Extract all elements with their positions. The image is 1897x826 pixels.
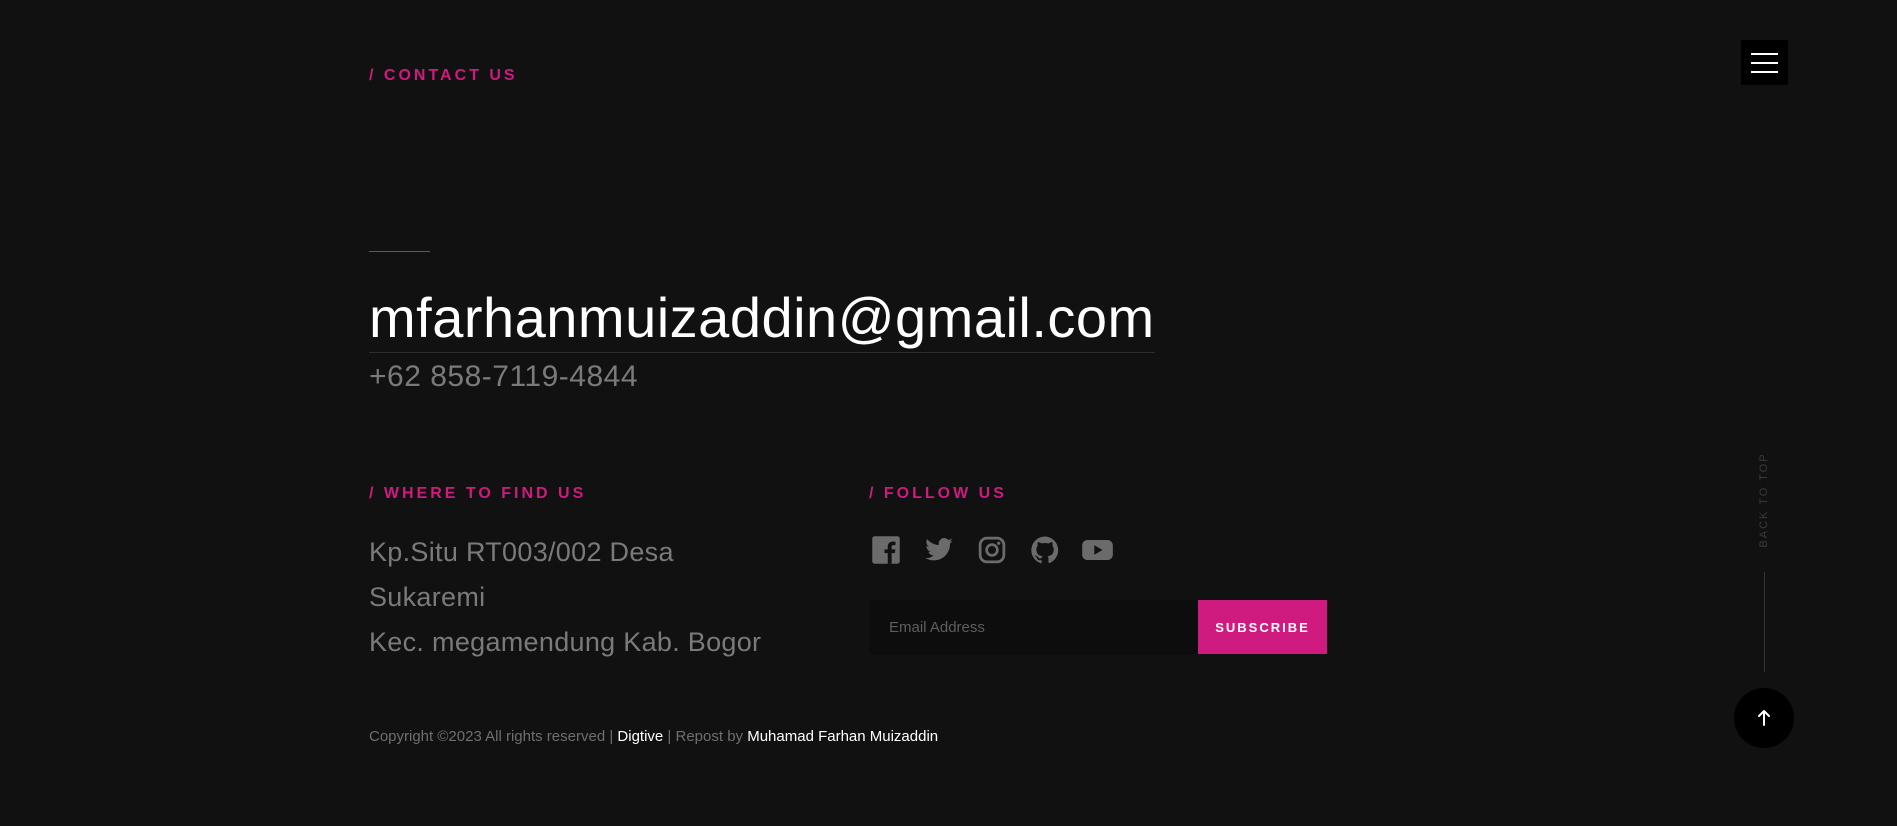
contact-phone: +62 858-7119-4844 bbox=[369, 360, 639, 393]
facebook-icon[interactable] bbox=[869, 533, 902, 566]
twitter-icon[interactable] bbox=[922, 533, 955, 566]
address-line: Kp.Situ RT003/002 Desa bbox=[369, 537, 674, 567]
address-line: Kec. megamendung Kab. Bogor bbox=[369, 627, 762, 657]
youtube-icon[interactable] bbox=[1081, 533, 1114, 566]
copyright-prefix: Copyright ©2023 All rights reserved | bbox=[369, 728, 618, 745]
contact-email-link[interactable]: mfarhanmuizaddin@gmail.com bbox=[369, 286, 1155, 354]
brand-link[interactable]: Digtive bbox=[617, 728, 663, 745]
address: Kp.Situ RT003/002 Desa Sukaremi Kec. meg… bbox=[369, 530, 761, 665]
contact-us-label: / CONTACT US bbox=[369, 67, 518, 84]
arrow-up-icon bbox=[1758, 710, 1770, 726]
hamburger-menu-icon-bar bbox=[1751, 52, 1778, 55]
youtube-icon-svg bbox=[1082, 539, 1113, 560]
subscribe-button[interactable]: SUBSCRIBE bbox=[1198, 600, 1327, 654]
hamburger-menu-button[interactable] bbox=[1741, 40, 1788, 85]
back-to-top-label: BACK TO TOP bbox=[1758, 452, 1770, 548]
hamburger-menu-icon-bar bbox=[1751, 70, 1778, 73]
accent-divider bbox=[369, 251, 430, 252]
repost-prefix: | Repost by bbox=[663, 728, 748, 745]
github-icon-svg bbox=[1030, 536, 1058, 563]
author-link[interactable]: Muhamad Farhan Muizaddin bbox=[747, 728, 938, 745]
address-line: Sukaremi bbox=[369, 582, 486, 612]
where-to-find-us-label: / WHERE TO FIND US bbox=[369, 485, 587, 502]
social-links bbox=[869, 533, 1114, 566]
newsletter-email-input[interactable] bbox=[869, 600, 1198, 654]
copyright-text: Copyright ©2023 All rights reserved | Di… bbox=[369, 728, 938, 745]
back-to-top-button[interactable] bbox=[1734, 688, 1794, 748]
newsletter-form: SUBSCRIBE bbox=[869, 600, 1327, 654]
instagram-icon-svg bbox=[978, 536, 1005, 563]
follow-us-label: / FOLLOW US bbox=[869, 485, 1007, 502]
github-icon[interactable] bbox=[1028, 533, 1061, 566]
instagram-icon[interactable] bbox=[975, 533, 1008, 566]
facebook-icon-svg bbox=[871, 535, 900, 564]
twitter-icon-svg bbox=[924, 537, 953, 560]
contact-page: / CONTACT US mfarhanmuizaddin@gmail.com … bbox=[0, 0, 1897, 826]
back-to-top-divider bbox=[1764, 572, 1765, 672]
hamburger-menu-icon-bar bbox=[1751, 61, 1778, 64]
